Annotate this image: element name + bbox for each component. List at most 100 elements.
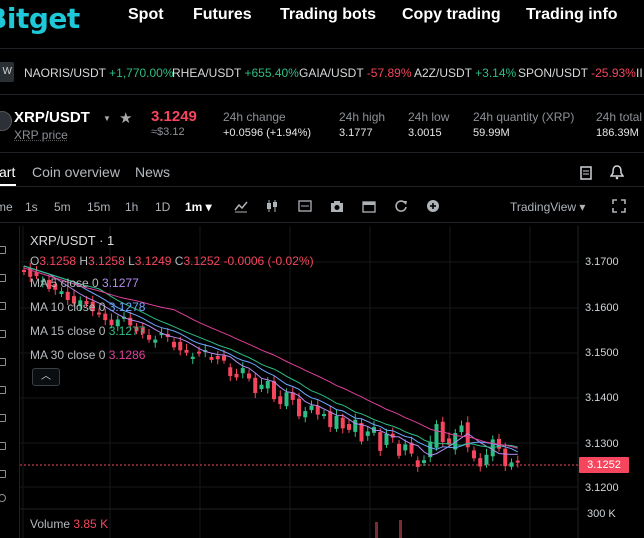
candle-body xyxy=(228,367,233,377)
candle-body xyxy=(297,398,301,417)
ticker-item[interactable]: GAIA/USDT -57.89% xyxy=(299,66,412,80)
candle-body xyxy=(153,339,158,343)
candle-body xyxy=(209,357,214,360)
refresh-icon[interactable] xyxy=(394,199,408,213)
candle-body xyxy=(353,419,358,432)
nav-copy-trading[interactable]: Copy trading xyxy=(402,6,501,24)
candle-body xyxy=(359,423,364,442)
ticker-item[interactable]: SPON/USDT -25.93% xyxy=(518,66,636,80)
y-tick: 3.1300 xyxy=(585,438,619,450)
candle-body xyxy=(378,432,383,451)
candle-body xyxy=(65,291,70,301)
candle-body xyxy=(415,460,420,467)
pair-info: XRP/USDT XRP price ▼ ★ 3.1249 ≈$3.12 24h… xyxy=(0,97,644,152)
candle-body xyxy=(22,270,26,272)
bell-icon[interactable] xyxy=(610,165,624,180)
favorite-star-icon[interactable]: ★ xyxy=(119,109,132,127)
market-ticker: W NAORIS/USDT +1,770.00% RHEA/USDT +655.… xyxy=(0,58,644,86)
stat-24h-change: 24h change +0.0596 (+1.94%) xyxy=(223,110,312,139)
candle-body xyxy=(422,460,426,463)
price-chart[interactable] xyxy=(0,226,644,538)
last-price-usd: ≈$3.12 xyxy=(151,126,185,138)
interval-5m[interactable]: 5m xyxy=(54,200,71,214)
interval-1h[interactable]: 1h xyxy=(125,200,138,214)
interval-15m[interactable]: 15m xyxy=(87,200,110,214)
candle-body xyxy=(328,411,333,428)
interval-time[interactable]: me xyxy=(0,200,13,214)
candle-body xyxy=(459,425,464,433)
candle-body xyxy=(184,349,189,353)
candle-body xyxy=(265,381,270,389)
candle-body xyxy=(309,405,314,411)
candle-body xyxy=(215,356,220,360)
candle-body xyxy=(340,417,345,429)
pair-subtitle: XRP price xyxy=(14,128,68,142)
tab-coin-overview[interactable]: Coin overview xyxy=(32,164,120,180)
y-tick: 3.1600 xyxy=(585,302,619,314)
notebook-icon[interactable] xyxy=(580,166,592,180)
candle-body xyxy=(515,460,520,463)
y-tick: 3.1200 xyxy=(585,482,619,494)
candle-body xyxy=(303,411,308,418)
ma10-readout: MA 10 close 0 3.1278 xyxy=(30,300,146,314)
tradingview-select[interactable]: TradingView ▾ xyxy=(510,200,585,214)
settings-sliders-icon[interactable] xyxy=(298,199,312,213)
candle-body xyxy=(347,424,351,430)
candle-body xyxy=(178,341,183,351)
candlestick-icon[interactable] xyxy=(265,199,279,213)
stat-24h-low: 24h low 3.0015 xyxy=(408,110,450,139)
candle-body xyxy=(509,462,514,467)
ticker-item[interactable]: A2Z/USDT +3.14% xyxy=(414,66,516,80)
nav-trading-bots[interactable]: Trading bots xyxy=(280,6,376,24)
chart-tabs: art Coin overview News xyxy=(0,160,644,186)
collapse-legend-button[interactable]: ︿ xyxy=(32,368,60,386)
top-nav: Bitget Spot Futures Trading bots Copy tr… xyxy=(0,0,644,48)
y-tick: 3.1500 xyxy=(585,347,619,359)
calendar-icon[interactable] xyxy=(362,199,376,213)
nav-futures[interactable]: Futures xyxy=(193,6,252,24)
candle-body xyxy=(103,313,108,321)
candle-body xyxy=(197,351,201,354)
y-tick: 3.1400 xyxy=(585,392,619,404)
tab-chart[interactable]: art xyxy=(0,164,15,180)
volume-axis-tick: 300 K xyxy=(587,508,616,520)
interval-1m-selected[interactable]: 1m ▾ xyxy=(185,200,212,214)
fullscreen-icon[interactable] xyxy=(612,199,626,213)
candle-body xyxy=(397,443,401,456)
ticker-item-cut[interactable]: II xyxy=(636,66,643,80)
interval-1d[interactable]: 1D xyxy=(155,200,170,214)
ticker-item[interactable]: RHEA/USDT +655.40% xyxy=(172,66,299,80)
nav-spot[interactable]: Spot xyxy=(128,6,164,24)
candle-body xyxy=(315,406,320,415)
pair-name[interactable]: XRP/USDT xyxy=(14,109,90,126)
indicators-icon[interactable] xyxy=(234,199,248,213)
ma30-readout: MA 30 close 0 3.1286 xyxy=(30,348,146,362)
xrp-coin-icon xyxy=(0,111,12,131)
candle-body xyxy=(284,392,289,407)
candle-body xyxy=(365,431,370,436)
candle-body xyxy=(503,448,508,467)
stat-24h-high: 24h high 3.1777 xyxy=(339,110,386,139)
ma5-readout: MA 5 close 0 3.1277 xyxy=(30,276,139,290)
volume-readout: Volume 3.85 K xyxy=(30,517,109,531)
ticker-item[interactable]: NAORIS/USDT +1,770.00% xyxy=(24,66,174,80)
interval-1s[interactable]: 1s xyxy=(25,200,38,214)
camera-icon[interactable] xyxy=(330,199,344,213)
chevron-down-icon[interactable]: ▼ xyxy=(103,114,111,123)
candle-body xyxy=(484,454,489,465)
y-tick: 3.1700 xyxy=(585,256,619,268)
bitget-logo[interactable]: Bitget xyxy=(0,2,80,35)
chart-toolbar: me 1s 5m 15m 1h 1D 1m ▾ TradingView ▾ xyxy=(0,196,644,220)
candle-body xyxy=(59,291,64,294)
add-circle-icon[interactable] xyxy=(426,199,440,213)
ticker-badge: W xyxy=(0,62,14,82)
volume-bar xyxy=(375,522,378,538)
ohlc-readout: O3.1258 H3.1258 L3.1249 C3.1252 -0.0006 … xyxy=(30,254,314,268)
tab-news[interactable]: News xyxy=(135,164,170,180)
nav-trading-info[interactable]: Trading info xyxy=(526,6,618,24)
candle-body xyxy=(272,381,276,400)
candle-body xyxy=(190,356,195,359)
ma15-readout: MA 15 close 0 3.1277 xyxy=(30,324,146,338)
current-price-tag: 3.1252 xyxy=(579,457,629,473)
candle-body xyxy=(478,458,483,467)
